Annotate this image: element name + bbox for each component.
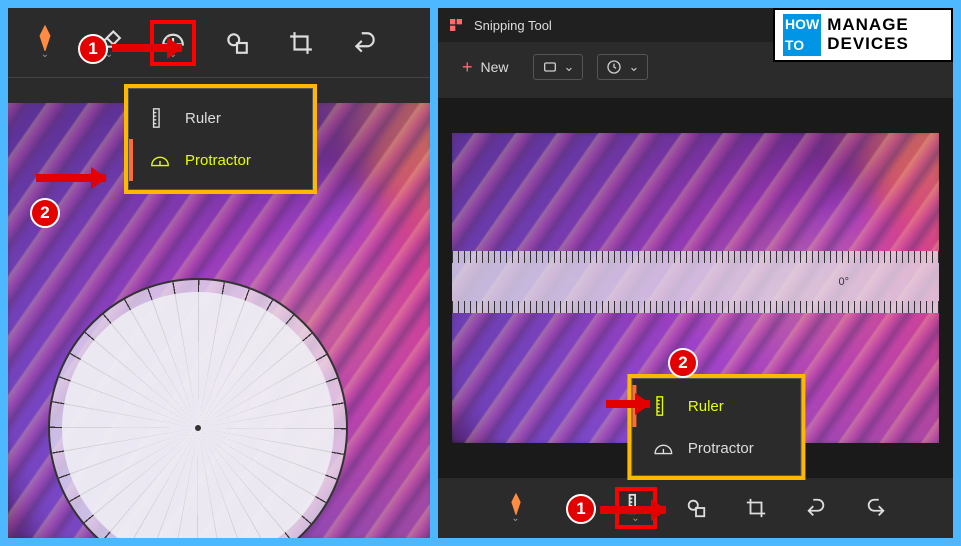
brand-line1: MANAGE [827,16,909,35]
shapes-tool[interactable] [216,22,258,64]
menu-label: Protractor [688,440,754,457]
ruler-ticks [452,251,939,263]
chevron-down-icon: ⌄ [511,513,519,524]
chevron-down-icon: ⌄ [564,59,575,75]
left-panel: ⌄ ⌄ ⌄ [8,8,430,538]
shapes-tool[interactable] [677,489,715,527]
menu-label: Protractor [185,152,251,169]
arrow-annotation [606,400,650,408]
chevron-down-icon: ⌄ [41,49,49,60]
arrow-annotation [112,44,182,52]
chevron-down-icon: ⌄ [628,59,639,75]
pen-tool[interactable]: ⌄ [24,22,66,64]
menu-label: Ruler [185,110,221,127]
ruler-overlay[interactable]: 0° [452,251,939,313]
protractor-center [195,425,201,431]
brand-how: HOW [783,14,821,35]
clock-icon [606,59,622,75]
brand-to: TO [783,35,821,56]
pen-tool[interactable]: ⌄ [497,489,535,527]
app-title: Snipping Tool [474,18,552,33]
ruler-angle-label: 0° [838,276,849,288]
crop-tool[interactable] [737,489,775,527]
delay-dropdown[interactable]: ⌄ [597,54,648,80]
new-label: New [481,59,509,75]
bottom-toolbar: ⌄ ⌄ [438,478,953,538]
crop-tool[interactable] [280,22,322,64]
menu-item-protractor[interactable]: Protractor [632,427,800,469]
chevron-down-icon: ⌄ [631,513,639,524]
step-badge-2: 2 [668,348,698,378]
undo-button[interactable] [344,22,386,64]
ruler-ticks [452,301,939,313]
arrow-annotation [36,174,106,182]
undo-button[interactable] [797,489,835,527]
ruler-protractor-menu: Ruler Protractor [128,88,313,190]
step-badge-2: 2 [30,198,60,228]
rectangle-icon [542,59,558,75]
menu-item-protractor[interactable]: Protractor [129,139,312,181]
menu-item-ruler[interactable]: Ruler [129,97,312,139]
right-panel: Snipping Tool + New ⌄ ⌄ [438,8,953,538]
step-badge-1: 1 [566,494,596,524]
snip-mode-dropdown[interactable]: ⌄ [533,54,584,80]
brand-logo: HOW TO MANAGE DEVICES [773,8,953,62]
app-icon [448,17,464,33]
menu-label: Ruler [688,398,724,415]
top-toolbar: ⌄ ⌄ ⌄ [8,8,430,78]
arrow-annotation [600,506,666,514]
plus-icon: + [462,57,473,78]
redo-button[interactable] [857,489,895,527]
step-badge-1: 1 [78,34,108,64]
brand-line2: DEVICES [827,35,909,54]
new-button[interactable]: + New [452,51,519,84]
